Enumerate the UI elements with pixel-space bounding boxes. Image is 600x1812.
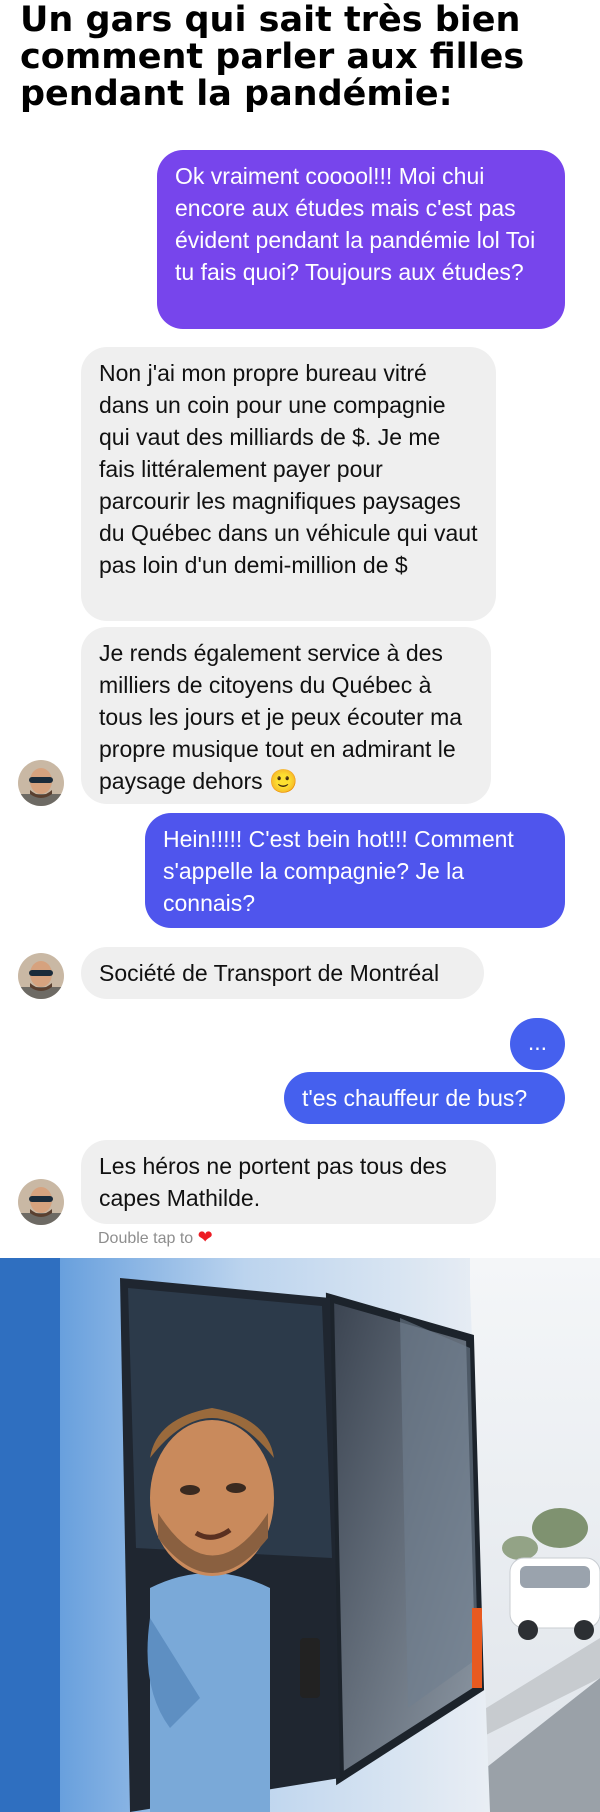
reaction-hint: Double tap to ❤ xyxy=(98,1227,213,1248)
bus-photo-illustration xyxy=(0,1258,600,1812)
message-bubble-received[interactable]: Société de Transport de Montréal xyxy=(81,947,484,999)
message-bubble-sent[interactable]: Hein!!!!! C'est bein hot!!! Comment s'ap… xyxy=(145,813,565,928)
heart-icon[interactable]: ❤ xyxy=(198,1227,213,1247)
avatar-photo xyxy=(18,1179,64,1225)
message-bubble-received[interactable]: Non j'ai mon propre bureau vitré dans un… xyxy=(81,347,496,621)
contact-avatar[interactable] xyxy=(18,953,64,999)
contact-avatar[interactable] xyxy=(18,760,64,806)
meme-title: Un gars qui sait très bien comment parle… xyxy=(20,0,525,114)
reaction-hint-label: Double tap to xyxy=(98,1230,194,1247)
message-bubble-received[interactable]: Je rends également service à des millier… xyxy=(81,627,491,804)
contact-avatar[interactable] xyxy=(18,1179,64,1225)
message-bubble-received[interactable]: Les héros ne portent pas tous des capes … xyxy=(81,1140,496,1224)
message-bubble-sent[interactable]: ... xyxy=(510,1018,565,1070)
bus-driver-meme-photo xyxy=(0,1258,600,1812)
message-bubble-sent[interactable]: Ok vraiment cooool!!! Moi chui encore au… xyxy=(157,150,565,329)
avatar-photo xyxy=(18,953,64,999)
avatar-photo xyxy=(18,760,64,806)
message-bubble-sent[interactable]: t'es chauffeur de bus? xyxy=(284,1072,565,1124)
